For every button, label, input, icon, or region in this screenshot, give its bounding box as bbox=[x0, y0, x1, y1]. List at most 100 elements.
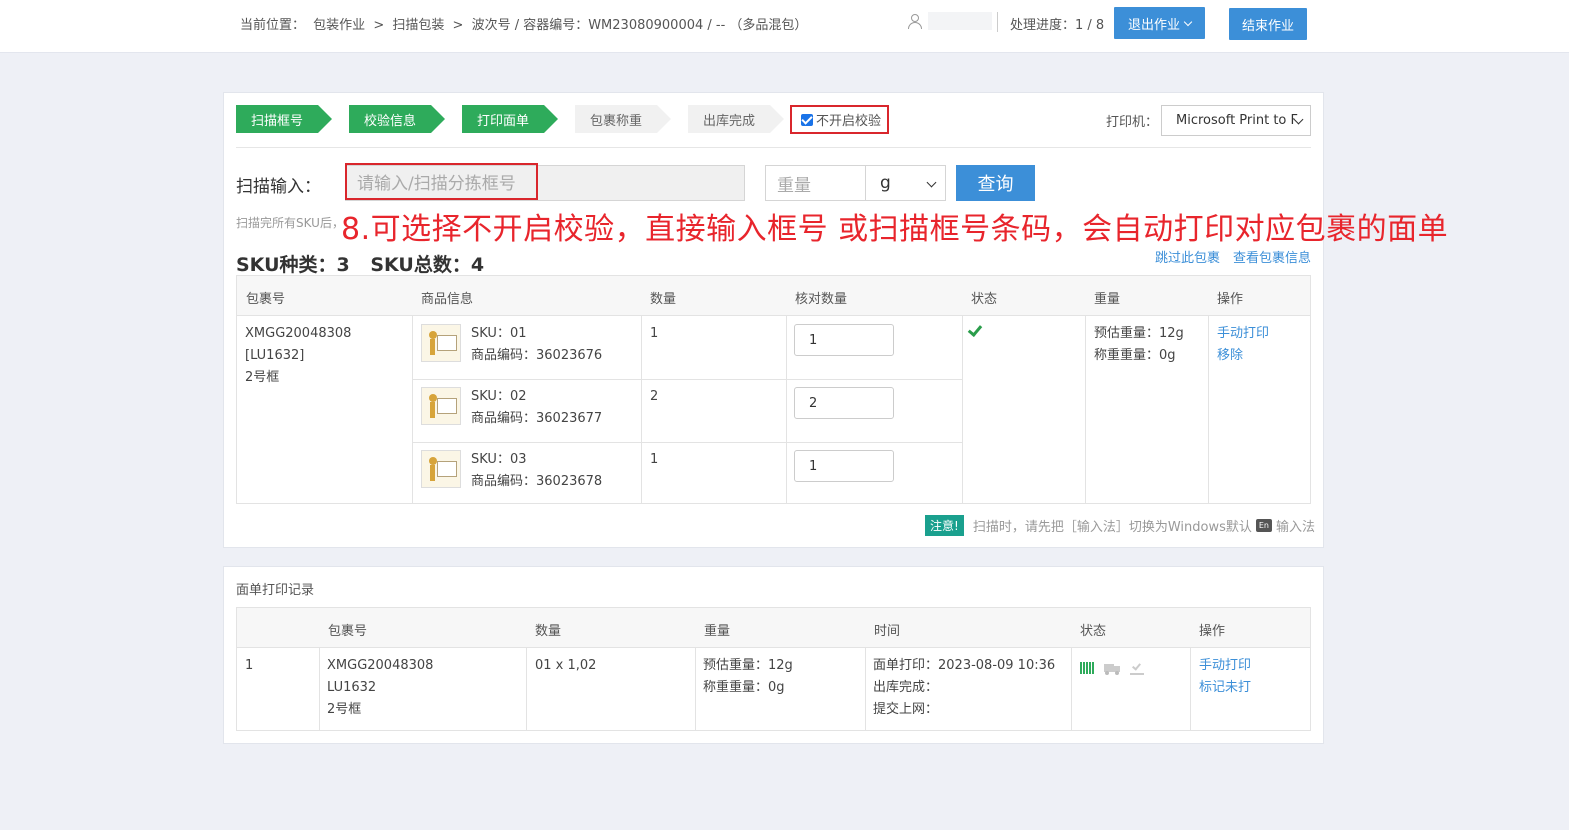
step-print-label: 打印面单 bbox=[462, 105, 558, 133]
package-id: XMGG20048308 bbox=[245, 326, 352, 341]
printer-label: 打印机： bbox=[1106, 115, 1159, 130]
exit-job-button[interactable]: 退出作业 bbox=[1114, 7, 1205, 39]
sku-types: SKU种类：3 bbox=[236, 254, 350, 276]
scan-input-placeholder[interactable]: 请输入/扫描分拣框号 bbox=[345, 163, 538, 200]
notice-tail: 输入法 bbox=[1275, 520, 1315, 535]
printer-value: Microsoft Print to F bbox=[1176, 113, 1298, 128]
weight-unit-select[interactable]: g bbox=[865, 165, 946, 201]
product-code: 商品编码：36023677 bbox=[471, 411, 603, 426]
package-id: XMGG20048308 bbox=[327, 658, 434, 673]
breadcrumb-wave: 波次号 / 容器编号：WM23080900004 / -- （多品混包） bbox=[471, 18, 808, 33]
scan-hint: 扫描完所有SKU后， bbox=[236, 216, 344, 230]
complete-time: 出库完成： bbox=[873, 680, 939, 695]
header-actions: 操作 bbox=[1217, 292, 1244, 307]
step-label: 打印面单 bbox=[477, 113, 530, 129]
actual-weight: 称重重量：0g bbox=[1094, 348, 1176, 363]
estimated-weight: 预估重量：12g bbox=[703, 658, 793, 673]
item-qty: 1 bbox=[650, 452, 659, 467]
header-status: 状态 bbox=[1080, 624, 1107, 639]
row-actions: 手动打印 移除 bbox=[1217, 323, 1269, 367]
check-qty-input[interactable]: 2 bbox=[794, 387, 894, 419]
no-verify-toggle[interactable]: 不开启校验 bbox=[790, 105, 889, 134]
package-box: 2号框 bbox=[327, 702, 362, 717]
step-label: 校验信息 bbox=[364, 113, 417, 129]
no-verify-label: 不开启校验 bbox=[816, 114, 882, 129]
skip-package-link[interactable]: 跳过此包裹 bbox=[1155, 247, 1220, 266]
notice-badge: 注意! bbox=[925, 515, 964, 536]
product-thumbnail bbox=[421, 324, 461, 362]
view-package-link[interactable]: 查看包裹信息 bbox=[1233, 247, 1311, 266]
user-icon bbox=[906, 12, 924, 30]
product-code: 商品编码：36023678 bbox=[471, 474, 603, 489]
breadcrumb: 当前位置： 包装作业 > 扫描包装 > 波次号 / 容器编号：WM2308090… bbox=[240, 14, 811, 33]
step-verify-info: 校验信息 bbox=[349, 105, 445, 133]
package-table: 包裹号 商品信息 数量 核对数量 状态 重量 操作 bbox=[236, 275, 1311, 504]
divider bbox=[997, 12, 998, 32]
scan-label: 扫描输入： bbox=[236, 177, 321, 197]
header-qty: 数量 bbox=[650, 292, 677, 307]
item-qty: 1 bbox=[650, 326, 659, 341]
actual-weight: 称重重量：0g bbox=[703, 680, 785, 695]
log-actions: 手动打印 标记未打 bbox=[1199, 655, 1251, 699]
product-code: 商品编码：36023676 bbox=[471, 348, 603, 363]
done-icon bbox=[1130, 661, 1144, 675]
divider bbox=[236, 147, 1311, 148]
package-code: [LU1632] bbox=[245, 348, 305, 363]
step-complete: 出库完成 bbox=[688, 105, 784, 133]
end-job-button[interactable]: 结束作业 bbox=[1229, 8, 1307, 40]
checkbox-checked-icon[interactable] bbox=[801, 113, 813, 126]
product-info: SKU：01 商品编码：36023676 bbox=[471, 323, 602, 367]
notice-text: 扫描时，请先把［输入法］切换为Windows默认 bbox=[972, 520, 1252, 535]
header-weight: 重量 bbox=[704, 624, 731, 639]
submit-time: 提交上网： bbox=[873, 702, 939, 717]
log-index: 1 bbox=[245, 658, 254, 673]
product-thumbnail bbox=[421, 450, 461, 488]
step-label: 扫描框号 bbox=[251, 113, 304, 129]
package-number: XMGG20048308 [LU1632] 2号框 bbox=[245, 323, 351, 389]
breadcrumb-packing[interactable]: 包装作业 bbox=[313, 18, 365, 33]
header-time: 时间 bbox=[874, 624, 901, 639]
annotation-note: 8.可选择不开启校验，直接输入框号 或扫描框号条码，会自动打印对应包裹的面单 bbox=[341, 212, 1449, 247]
step-label: 出库完成 bbox=[703, 113, 756, 129]
package-box: 2号框 bbox=[245, 370, 280, 385]
truck-icon bbox=[1104, 664, 1120, 675]
print-time: 面单打印：2023-08-09 10:36 bbox=[873, 658, 1056, 673]
exit-job-label: 退出作业 bbox=[1127, 16, 1180, 32]
sku: SKU：03 bbox=[471, 452, 527, 467]
header-check-qty: 核对数量 bbox=[795, 292, 848, 307]
sku-summary: SKU种类：3 SKU总数：4 bbox=[236, 250, 498, 277]
log-weight: 预估重量：12g 称重重量：0g bbox=[703, 655, 793, 699]
manual-print-link[interactable]: 手动打印 bbox=[1217, 323, 1269, 345]
notice-bar: 注意! 扫描时，请先把［输入法］切换为Windows默认 En 输入法 bbox=[925, 515, 1315, 536]
print-log-title: 面单打印记录 bbox=[236, 583, 315, 598]
breadcrumb-separator: > bbox=[373, 18, 385, 33]
sku: SKU：02 bbox=[471, 389, 527, 404]
table-header: 包裹号 数量 重量 时间 状态 操作 bbox=[237, 608, 1310, 648]
header-package: 包裹号 bbox=[246, 292, 286, 307]
chevron-down-icon bbox=[1183, 17, 1193, 26]
estimated-weight: 预估重量：12g bbox=[1094, 326, 1184, 341]
step-label: 包裹称重 bbox=[590, 113, 643, 129]
breadcrumb-scan-pack[interactable]: 扫描包装 bbox=[392, 18, 444, 33]
progress-text: 处理进度：1 / 8 bbox=[1010, 18, 1105, 33]
unit-value: g bbox=[880, 173, 891, 193]
weight-input[interactable]: 重量 bbox=[765, 165, 866, 201]
mark-unprinted-link[interactable]: 标记未打 bbox=[1199, 677, 1251, 699]
printer-select[interactable]: Microsoft Print to F bbox=[1161, 105, 1311, 136]
remove-link[interactable]: 移除 bbox=[1217, 345, 1269, 367]
table-header: 包裹号 商品信息 数量 核对数量 状态 重量 操作 bbox=[237, 276, 1310, 316]
log-qty: 01 x 1,02 bbox=[535, 658, 597, 673]
sku: SKU：01 bbox=[471, 326, 527, 341]
manual-print-link[interactable]: 手动打印 bbox=[1199, 655, 1251, 677]
breadcrumb-separator: > bbox=[452, 18, 464, 33]
header-qty: 数量 bbox=[535, 624, 562, 639]
check-qty-input[interactable]: 1 bbox=[794, 324, 894, 356]
top-bar: 当前位置： 包装作业 > 扫描包装 > 波次号 / 容器编号：WM2308090… bbox=[0, 0, 1569, 53]
user-name-redacted bbox=[928, 12, 992, 30]
barcode-icon bbox=[1080, 662, 1094, 674]
check-qty-input[interactable]: 1 bbox=[794, 450, 894, 482]
query-button[interactable]: 查询 bbox=[956, 165, 1035, 201]
step-scan-box: 扫描框号 bbox=[236, 105, 332, 133]
product-thumbnail bbox=[421, 387, 461, 425]
ime-icon: En bbox=[1255, 519, 1272, 532]
